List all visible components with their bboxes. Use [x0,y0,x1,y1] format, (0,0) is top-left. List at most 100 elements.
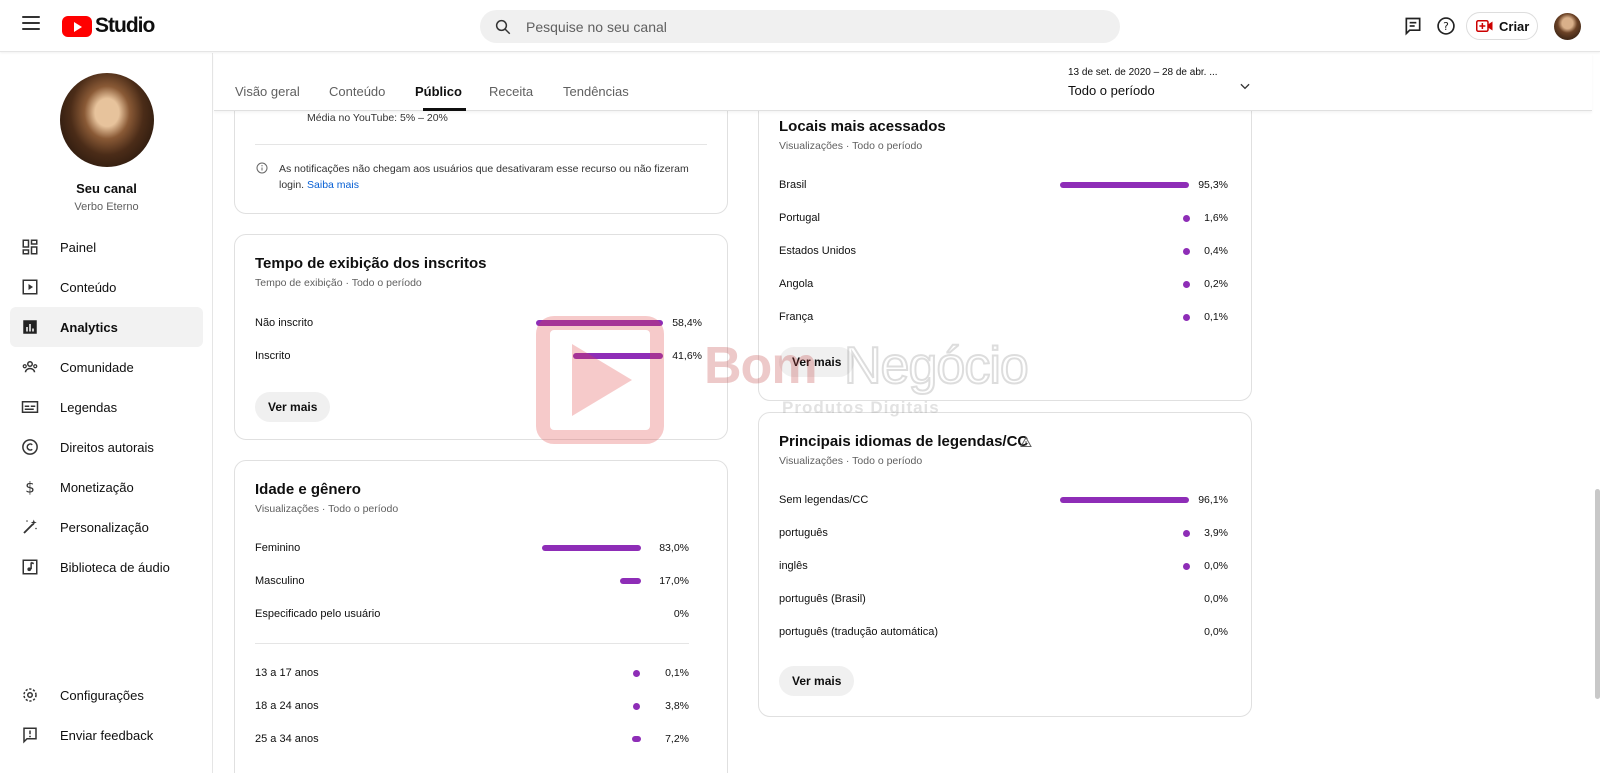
sidebar-item-dashboard[interactable]: Painel [10,227,203,267]
row-value: 0,0% [1204,593,1228,605]
row-value: 83,0% [659,542,689,554]
sidebar-item-label: Painel [60,239,97,255]
learn-more-link[interactable]: Saiba mais [307,179,359,191]
sidebar-item-monetization[interactable]: $ Monetização [10,467,203,507]
row-label: 13 a 17 anos [255,667,319,679]
row-value: 58,4% [672,317,702,329]
create-button[interactable]: Criar [1466,12,1538,40]
sidebar-item-label: Comunidade [60,359,134,375]
row-label: português (Brasil) [779,593,866,605]
gear-icon [23,688,37,702]
subscriber-watch-time-card: Tempo de exibição dos inscritos Tempo de… [234,234,728,440]
scrollbar-thumb[interactable] [1595,489,1600,699]
row-bar [573,353,663,359]
row-label: Não inscrito [255,317,314,329]
tab-revenue[interactable]: Receita [489,84,533,99]
card-title: Idade e gênero [255,481,361,498]
tab-overview[interactable]: Visão geral [235,84,300,99]
youtube-logo-icon [62,15,92,37]
create-label: Criar [1499,18,1530,34]
menu-icon[interactable] [22,16,40,30]
dashboard-icon [22,239,38,255]
row-label: português (tradução automática) [779,626,938,638]
sidebar-item-subtitles[interactable]: Legendas [10,387,203,427]
sidebar-item-feedback[interactable]: Enviar feedback [10,715,203,755]
channel-handle: Verbo Eterno [74,201,139,213]
sidebar-item-label: Direitos autorais [60,439,154,455]
row-label: 25 a 34 anos [255,733,319,745]
row-value: 7,2% [665,733,689,745]
studio-logo[interactable]: Studio [62,14,155,38]
sidebar-item-community[interactable]: Comunidade [10,347,203,387]
date-range-label: Todo o período [1068,83,1155,98]
row-label: Estados Unidos [779,245,857,257]
row-label: inglês [779,560,808,572]
row-label: Feminino [255,542,301,554]
row-value: 96,1% [1198,494,1228,506]
notifications-note: As notificações não chegam aos usuários … [279,161,709,193]
top-locations-card: Locais mais acessados Visualizações · To… [758,111,1252,401]
row-value: 3,8% [665,700,689,712]
svg-text:$: $ [25,478,35,496]
row-label: França [779,311,814,323]
sidebar-item-label: Biblioteca de áudio [60,559,170,575]
sidebar-item-label: Monetização [60,479,134,495]
chevron-down-icon [1240,83,1250,90]
divider [255,144,707,145]
svg-text:?: ? [1443,20,1449,33]
warning-icon[interactable] [1020,436,1032,448]
row-value: 1,6% [1204,212,1228,224]
search-input[interactable] [526,18,1086,35]
row-label: Portugal [779,212,820,224]
see-more-button[interactable]: Ver mais [779,666,855,696]
age-gender-card: Idade e gênero Visualizações · Todo o pe… [234,460,728,773]
sidebar-item-analytics[interactable]: Analytics [10,307,203,347]
row-value: 0,0% [1204,626,1228,638]
search-bar[interactable] [480,10,1120,43]
row-value: 0,2% [1204,278,1228,290]
sidebar-item-label: Personalização [60,519,149,535]
comments-icon[interactable] [1403,16,1423,36]
see-more-button[interactable]: Ver mais [779,347,855,377]
tab-trends[interactable]: Tendências [563,84,629,99]
row-label: Brasil [779,179,807,191]
row-value: 0% [673,608,689,620]
info-icon [256,162,268,174]
community-icon [22,361,38,373]
row-value: 17,0% [659,575,689,587]
card-title: Locais mais acessados [779,118,946,135]
copyright-icon [22,439,38,455]
sidebar-item-customization[interactable]: Personalização [10,507,203,547]
sidebar-item-label: Configurações [60,687,144,703]
tab-audience[interactable]: Público [415,84,462,99]
see-more-button[interactable]: Ver mais [255,392,331,422]
card-subtitle: Visualizações · Todo o período [779,455,923,467]
audio-library-icon [22,559,38,575]
row-bar [1060,497,1189,503]
subtitle-languages-card: Principais idiomas de legendas/CC Visual… [758,412,1252,717]
row-bar [536,320,663,326]
divider [255,643,689,644]
subtitles-icon [21,401,39,413]
top-bar: Studio ? Criar [0,0,1600,52]
channel-avatar[interactable] [60,73,154,167]
row-value: 95,3% [1198,179,1228,191]
sidebar-item-label: Enviar feedback [60,727,154,743]
account-avatar[interactable] [1554,13,1581,40]
row-value: 0,0% [1204,560,1228,572]
sidebar-item-content[interactable]: Conteúdo [10,267,203,307]
row-label: Masculino [255,575,305,587]
monetization-icon: $ [25,478,35,496]
content-icon [22,279,38,295]
card-subtitle: Tempo de exibição · Todo o período [255,277,422,289]
sidebar-item-settings[interactable]: Configurações [10,675,203,715]
video-plus-icon [1476,20,1493,32]
logo-text: Studio [95,14,155,37]
tab-content[interactable]: Conteúdo [329,84,385,99]
row-value: 0,1% [665,667,689,679]
sidebar-item-audio-library[interactable]: Biblioteca de áudio [10,547,203,587]
help-icon[interactable]: ? [1436,16,1456,36]
sidebar-item-copyright[interactable]: Direitos autorais [10,427,203,467]
card-title: Principais idiomas de legendas/CC [779,433,1029,450]
row-label: Angola [779,278,814,290]
